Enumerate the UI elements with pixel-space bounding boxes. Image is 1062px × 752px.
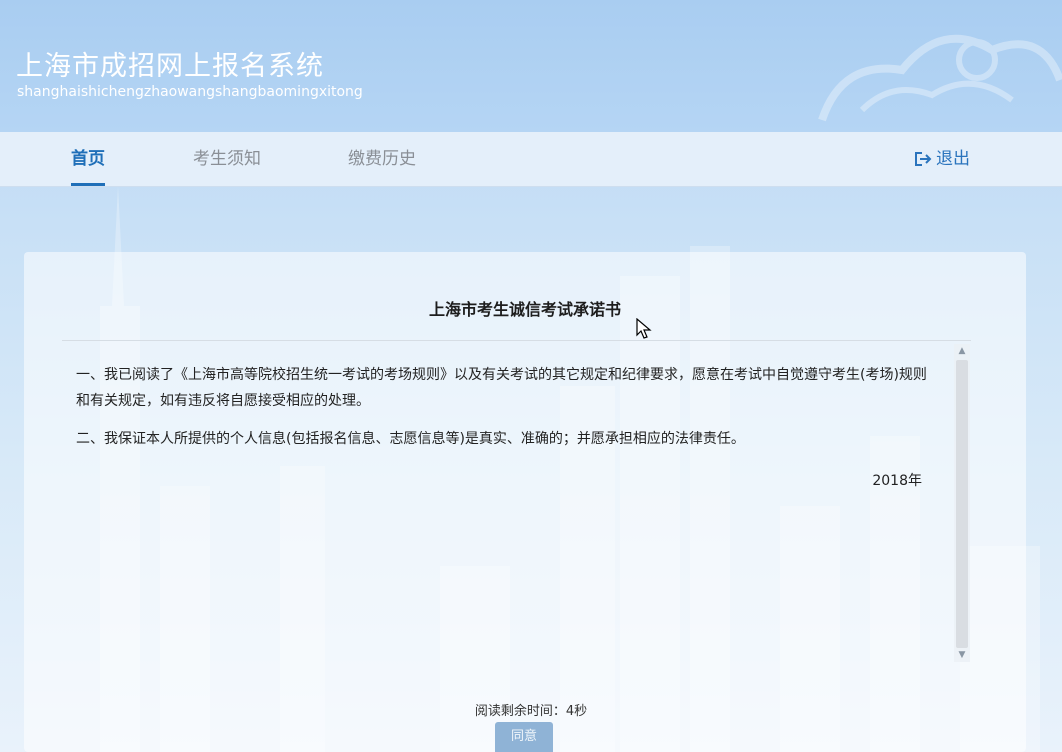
nav-bar: 首页 考生须知 缴费历史 退出 [0,132,1062,187]
nav-tab-home[interactable]: 首页 [71,132,105,186]
scroll-down-icon[interactable]: ▼ [954,648,970,662]
scrollbar-thumb[interactable] [956,360,968,648]
pledge-year: 2018年 [872,473,922,489]
nav-tab-exam-notice[interactable]: 考生须知 [193,132,261,186]
title-divider [62,340,971,341]
header-banner: 上海市成招网上报名系统 shanghaishichengzhaowangshan… [0,0,1062,132]
logout-icon [915,152,932,166]
content-scrollbar[interactable]: ▲ ▼ [954,344,970,662]
site-title: 上海市成招网上报名系统 [16,51,324,82]
cloud-pattern-decoration [818,34,1062,122]
pledge-title: 上海市考生诚信考试承诺书 [428,300,621,319]
pledge-card: 上海市考生诚信考试承诺书 一、我已阅读了《上海市高等院校招生统一考试的考场规则》… [24,252,1026,752]
pledge-paragraph-2: 二、我保证本人所提供的个人信息(包括报名信息、志愿信息等)是真实、准确的；并愿承… [76,431,745,447]
pledge-content[interactable]: 一、我已阅读了《上海市高等院校招生统一考试的考场规则》以及有关考试的其它规定和纪… [62,344,952,662]
nav-tab-payment-history[interactable]: 缴费历史 [348,132,416,186]
mouse-cursor-icon [636,318,652,339]
reading-timer: 阅读剩余时间：4秒 [474,704,588,719]
logout-button[interactable]: 退出 [914,132,970,186]
pledge-paragraph-1: 一、我已阅读了《上海市高等院校招生统一考试的考场规则》以及有关考试的其它规定和纪… [76,367,927,409]
agree-button[interactable]: 同意 [495,722,553,752]
logout-label: 退出 [936,149,970,169]
site-subtitle: shanghaishichengzhaowangshangbaomingxito… [17,84,363,100]
scroll-up-icon[interactable]: ▲ [954,344,970,358]
